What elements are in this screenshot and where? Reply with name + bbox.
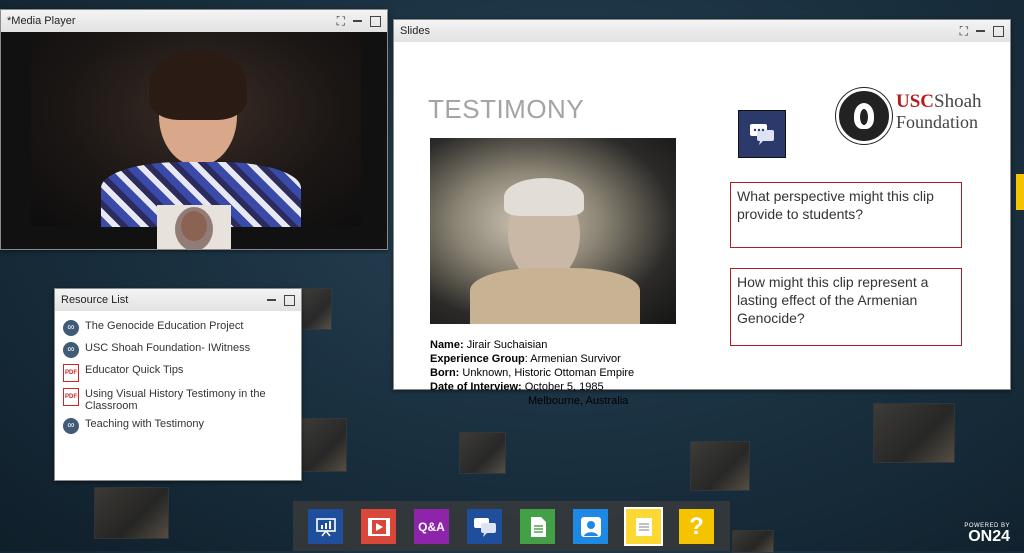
interview-info: Name: Jirair Suchaisian Experience Group…: [430, 338, 634, 408]
background-thumbnail: [300, 418, 347, 472]
logo-foundation: Foundation: [896, 112, 979, 132]
question-box-1: What perspective might this clip provide…: [730, 182, 962, 248]
question-2-text: How might this clip represent a lasting …: [737, 274, 929, 326]
minimize-icon[interactable]: [353, 20, 362, 22]
background-thumbnail: [459, 432, 506, 474]
logo-shoah: Shoah: [934, 91, 982, 112]
minimize-icon[interactable]: [976, 30, 985, 32]
document-icon: [530, 516, 546, 537]
resource-list-window[interactable]: Resource List ∞ The Genocide Education P…: [54, 288, 302, 481]
background-thumbnail: [690, 441, 750, 491]
resource-label[interactable]: Using Visual History Testimony in the Cl…: [85, 388, 293, 412]
resource-item[interactable]: ∞ The Genocide Education Project: [55, 317, 301, 339]
widget-dock: Q&A ?: [293, 501, 730, 551]
group-label: Experience Group: [430, 353, 525, 365]
notes-widget-button[interactable]: [624, 507, 663, 546]
maximize-icon[interactable]: [370, 15, 381, 27]
maximize-icon[interactable]: [284, 294, 295, 306]
resource-label[interactable]: The Genocide Education Project: [85, 320, 243, 332]
resource-list-title: Resource List: [61, 294, 129, 306]
date-value: October 5, 1985: [524, 381, 604, 393]
question-1-text: What perspective might this clip provide…: [737, 188, 934, 222]
group-value: : Armenian Survivor: [524, 353, 621, 365]
film-icon: [367, 517, 390, 536]
resource-widget-button[interactable]: [520, 509, 555, 544]
pdf-icon: PDF: [63, 388, 79, 406]
slide-heading: TESTIMONY: [428, 94, 585, 124]
resource-label[interactable]: Teaching with Testimony: [85, 418, 204, 430]
qa-widget-button[interactable]: Q&A: [414, 509, 449, 544]
born-label: Born:: [430, 367, 460, 379]
slides-title: Slides: [400, 25, 430, 37]
side-tab[interactable]: [1016, 174, 1024, 210]
resource-label[interactable]: USC Shoah Foundation- IWitness: [85, 342, 250, 354]
background-thumbnail: [732, 530, 774, 553]
background-thumbnail: [873, 403, 955, 463]
place-value: Melbourne, Australia: [528, 395, 629, 407]
media-player-title: *Media Player: [7, 15, 76, 27]
fullscreen-icon[interactable]: ⛶: [337, 10, 345, 32]
link-icon: ∞: [63, 320, 79, 336]
slides-widget-button[interactable]: [308, 509, 343, 544]
resource-item[interactable]: PDF Using Visual History Testimony in th…: [55, 385, 301, 415]
link-icon: ∞: [63, 418, 79, 434]
speaker-widget-button[interactable]: [573, 509, 608, 544]
media-widget-button[interactable]: [361, 509, 396, 544]
chat-bubble-icon[interactable]: [738, 110, 786, 158]
presentation-icon: [315, 517, 336, 536]
presenter-video: [31, 32, 361, 227]
genocide-education-seal: [836, 88, 892, 144]
video-feed[interactable]: [1, 32, 387, 249]
name-label: Name:: [430, 339, 464, 351]
logo-usc: USC: [896, 91, 935, 112]
chat-icon: [473, 517, 496, 537]
slides-titlebar[interactable]: Slides ⛶: [394, 20, 1010, 43]
usc-shoah-logo: USCShoah Foundation: [836, 88, 986, 144]
name-value: Jirair Suchaisian: [466, 339, 548, 351]
resource-item[interactable]: ∞ USC Shoah Foundation- IWitness: [55, 339, 301, 361]
link-icon: ∞: [63, 342, 79, 358]
maximize-icon[interactable]: [993, 25, 1004, 37]
slide-content: TESTIMONY Name: Jirair Suchaisian Experi…: [394, 42, 1010, 407]
question-box-2: How might this clip represent a lasting …: [730, 268, 962, 346]
qa-label: Q&A: [418, 519, 445, 534]
resource-item[interactable]: PDF Educator Quick Tips: [55, 361, 301, 385]
media-player-titlebar[interactable]: *Media Player ⛶: [1, 10, 387, 33]
media-player-window[interactable]: *Media Player ⛶: [0, 9, 388, 250]
person-icon: [580, 516, 601, 537]
slides-window[interactable]: Slides ⛶ TESTIMONY Name: Jirair Suchaisi…: [393, 19, 1011, 407]
on24-logo: POWERED BY ON24: [964, 523, 1010, 545]
resource-list: ∞ The Genocide Education Project ∞ USC S…: [55, 311, 301, 480]
resource-label[interactable]: Educator Quick Tips: [85, 364, 183, 376]
minimize-icon[interactable]: [267, 299, 276, 301]
self-view-video: [157, 205, 231, 249]
background-thumbnail: [300, 288, 332, 330]
resource-item[interactable]: ∞ Teaching with Testimony: [55, 415, 301, 437]
resource-list-titlebar[interactable]: Resource List: [55, 289, 301, 312]
background-thumbnail: [94, 487, 169, 539]
fullscreen-icon[interactable]: ⛶: [960, 20, 968, 42]
date-label: Date of Interview:: [430, 381, 522, 393]
born-value: Unknown, Historic Ottoman Empire: [462, 367, 635, 379]
pdf-icon: PDF: [63, 364, 79, 382]
notepad-icon: [635, 517, 652, 536]
on24-text: ON24: [968, 528, 1010, 545]
survivor-photo: [430, 138, 676, 324]
chat-widget-button[interactable]: [467, 509, 502, 544]
help-icon: ?: [689, 512, 704, 540]
help-widget-button[interactable]: ?: [679, 509, 714, 544]
